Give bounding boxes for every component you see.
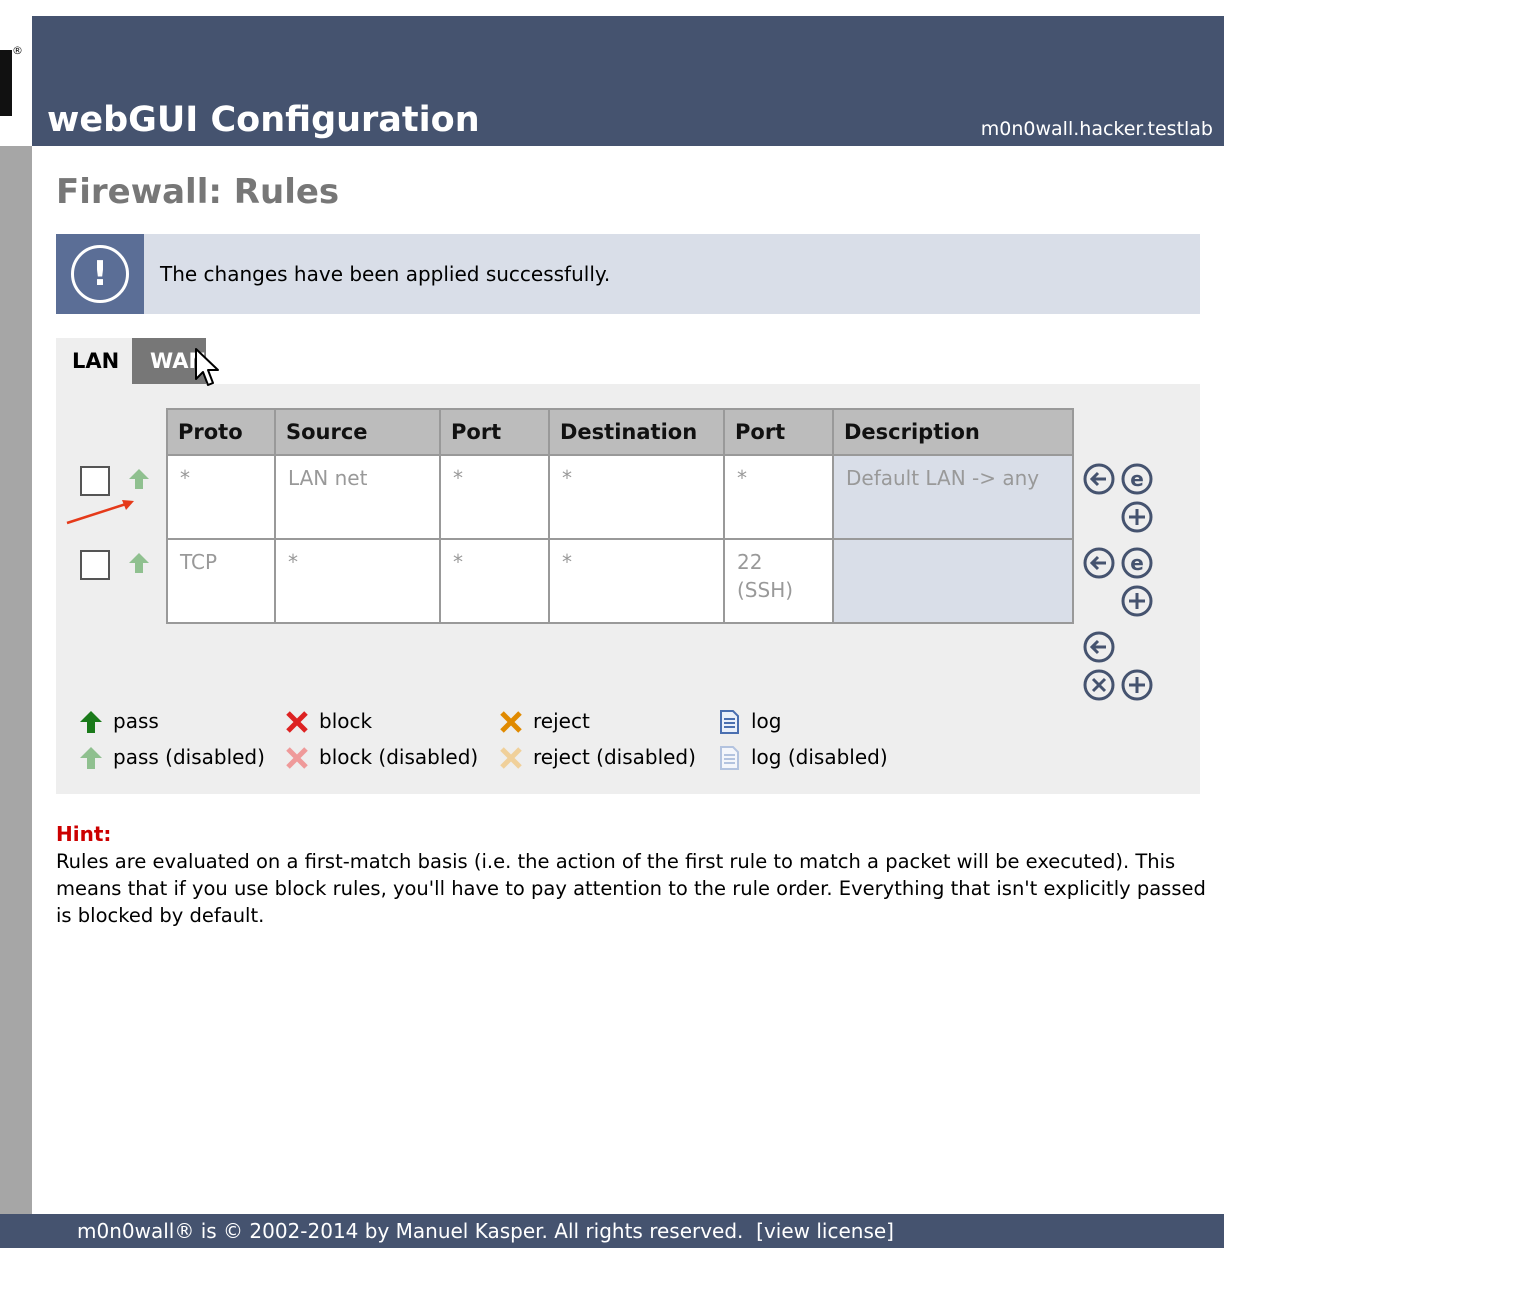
cell-source-port[interactable]: *	[439, 454, 550, 540]
column-header-source: Source	[274, 408, 441, 456]
add-rule-icon[interactable]	[1120, 584, 1154, 622]
svg-text:e: e	[1130, 467, 1144, 491]
pass-icon	[80, 711, 102, 733]
add-rule-icon[interactable]	[1120, 668, 1154, 706]
table-header-row: Proto Source Port Destination Port Descr…	[166, 408, 1074, 456]
block-icon	[286, 711, 308, 733]
annotation-arrow-icon	[64, 496, 138, 530]
header: webGUI Configuration m0n0wall.hacker.tes…	[32, 16, 1224, 146]
column-header-proto: Proto	[166, 408, 276, 456]
pass-disabled-icon[interactable]	[126, 466, 152, 496]
hostname: m0n0wall.hacker.testlab	[980, 118, 1213, 140]
cell-source[interactable]: LAN net	[274, 454, 441, 540]
logo: ®	[0, 16, 32, 146]
cell-proto[interactable]: *	[166, 454, 276, 540]
add-rule-icon[interactable]	[1120, 500, 1154, 538]
cell-description[interactable]: Default LAN -> any	[832, 454, 1074, 540]
block-disabled-icon	[286, 747, 308, 769]
reject-icon	[500, 711, 522, 733]
pass-disabled-icon	[80, 747, 102, 769]
table-row[interactable]: TCP * * * 22 (SSH)	[166, 538, 1074, 624]
column-header-source-port: Port	[439, 408, 550, 456]
log-disabled-icon	[720, 746, 739, 770]
move-rule-before-icon[interactable]	[1082, 546, 1116, 584]
cell-description[interactable]	[832, 538, 1074, 624]
header-title: webGUI Configuration	[47, 100, 480, 140]
column-header-destination: Destination	[548, 408, 725, 456]
log-icon	[720, 710, 739, 734]
edit-rule-icon[interactable]: e	[1120, 462, 1154, 500]
cell-destination-port[interactable]: 22 (SSH)	[723, 538, 834, 624]
pass-disabled-icon[interactable]	[126, 550, 152, 580]
move-rule-before-icon[interactable]	[1082, 462, 1116, 500]
hint-text: Rules are evaluated on a first-match bas…	[56, 850, 1206, 927]
footer-text: m0n0wall® is © 2002-2014 by Manuel Kaspe…	[77, 1219, 894, 1243]
svg-text:e: e	[1130, 551, 1144, 575]
cell-source[interactable]: *	[274, 538, 441, 624]
rules-panel: Proto Source Port Destination Port Descr…	[56, 384, 1200, 794]
rule-select-checkbox[interactable]	[80, 550, 110, 580]
column-header-description: Description	[832, 408, 1074, 456]
edit-rule-icon[interactable]: e	[1120, 546, 1154, 584]
hint-title: Hint:	[56, 822, 112, 846]
cell-destination[interactable]: *	[548, 454, 725, 540]
table-row[interactable]: * LAN net * * * Default LAN -> any	[166, 454, 1074, 540]
footer: m0n0wall® is © 2002-2014 by Manuel Kaspe…	[0, 1214, 1224, 1248]
cell-destination[interactable]: *	[548, 538, 725, 624]
tab-lan[interactable]: LAN	[56, 338, 132, 384]
sidebar	[0, 146, 32, 1214]
reject-disabled-icon	[500, 747, 522, 769]
page-title: Firewall: Rules	[56, 172, 340, 212]
exclamation-icon: !	[56, 234, 144, 314]
footer-copyright: m0n0wall® is © 2002-2014 by Manuel Kaspe…	[77, 1219, 744, 1243]
mouse-cursor-icon	[194, 347, 220, 393]
cell-source-port[interactable]: *	[439, 538, 550, 624]
view-license-link[interactable]: [view license]	[756, 1219, 894, 1243]
rule-select-checkbox[interactable]	[80, 466, 110, 496]
info-message-text: The changes have been applied successful…	[160, 262, 611, 286]
cell-proto[interactable]: TCP	[166, 538, 276, 624]
info-message: ! The changes have been applied successf…	[56, 234, 1200, 314]
cell-destination-port[interactable]: *	[723, 454, 834, 540]
rules-table: Proto Source Port Destination Port Descr…	[166, 408, 1074, 624]
delete-selected-icon[interactable]	[1082, 668, 1116, 706]
column-header-destination-port: Port	[723, 408, 834, 456]
move-selected-to-end-icon[interactable]	[1082, 630, 1116, 668]
